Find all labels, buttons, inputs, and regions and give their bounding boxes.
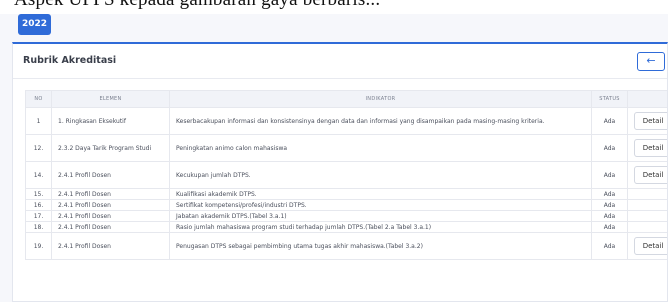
- row-status: Ada: [591, 210, 628, 222]
- rubrik-table: NO ELEMEN INDIKATOR STATUS 1 1. Ringkasa…: [25, 90, 667, 260]
- table-row: 17. 2.4.1 Profil Dosen Jabatan akademik …: [25, 210, 667, 222]
- row-elemen: 2.4.1 Profil Dosen: [51, 210, 170, 222]
- row-no: 14.: [25, 161, 52, 189]
- row-no: 1: [25, 107, 52, 135]
- table-row: 16. 2.4.1 Profil Dosen Sertifikat kompet…: [25, 199, 667, 211]
- table-row: 19. 2.4.1 Profil Dosen Penugasan DTPS se…: [25, 232, 667, 260]
- card-header: Rubrik Akreditasi ←: [13, 44, 667, 79]
- row-action-cell: [627, 188, 667, 200]
- row-status: Ada: [591, 161, 628, 189]
- year-tab[interactable]: 2022: [18, 14, 51, 35]
- row-action-cell: [627, 221, 667, 233]
- top-text-strip: Aspek UPPS kepada gambaran gaya berbaris…: [0, 0, 668, 14]
- row-action-cell: Detail: [627, 134, 667, 162]
- detail-button[interactable]: Detail: [634, 139, 667, 157]
- table-row: 18. 2.4.1 Profil Dosen Rasio jumlah maha…: [25, 221, 667, 233]
- row-status: Ada: [591, 107, 628, 135]
- row-action-cell: Detail: [627, 232, 667, 260]
- rubrik-card: Rubrik Akreditasi ← NO ELEMEN INDIKATOR …: [12, 42, 668, 302]
- row-no: 19.: [25, 232, 52, 260]
- row-action-cell: [627, 210, 667, 222]
- header-aksi: [627, 90, 667, 108]
- row-elemen: 2.4.1 Profil Dosen: [51, 199, 170, 211]
- row-indikator: Kualifikasi akademik DTPS.: [169, 188, 592, 200]
- row-indikator: Peningkatan animo calon mahasiswa: [169, 134, 592, 162]
- row-no: 18.: [25, 221, 52, 233]
- table-header-row: NO ELEMEN INDIKATOR STATUS: [25, 90, 667, 108]
- row-status: Ada: [591, 221, 628, 233]
- detail-button[interactable]: Detail: [634, 166, 667, 184]
- header-status: STATUS: [591, 90, 628, 108]
- row-elemen: 2.4.1 Profil Dosen: [51, 221, 170, 233]
- row-status: Ada: [591, 188, 628, 200]
- table-row: 12. 2.3.2 Daya Tarik Program Studi Penin…: [25, 134, 667, 162]
- table-row: 14. 2.4.1 Profil Dosen Kecukupan jumlah …: [25, 161, 667, 189]
- row-indikator: Penugasan DTPS sebagai pembimbing utama …: [169, 232, 592, 260]
- detail-button[interactable]: Detail: [634, 112, 667, 130]
- row-status: Ada: [591, 134, 628, 162]
- row-elemen: 1. Ringkasan Eksekutif: [51, 107, 170, 135]
- row-indikator: Rasio jumlah mahasiswa program studi ter…: [169, 221, 592, 233]
- header-no: NO: [25, 90, 52, 108]
- row-elemen: 2.3.2 Daya Tarik Program Studi: [51, 134, 170, 162]
- row-action-cell: Detail: [627, 107, 667, 135]
- row-no: 17.: [25, 210, 52, 222]
- row-indikator: Keserbacakupan informasi dan konsistensi…: [169, 107, 592, 135]
- row-action-cell: [627, 199, 667, 211]
- header-elemen: ELEMEN: [51, 90, 170, 108]
- table-row: 15. 2.4.1 Profil Dosen Kualifikasi akade…: [25, 188, 667, 200]
- row-action-cell: Detail: [627, 161, 667, 189]
- row-no: 15.: [25, 188, 52, 200]
- row-elemen: 2.4.1 Profil Dosen: [51, 188, 170, 200]
- detail-button[interactable]: Detail: [634, 237, 667, 255]
- row-status: Ada: [591, 199, 628, 211]
- back-button[interactable]: ←: [637, 52, 665, 71]
- row-indikator: Jabatan akademik DTPS.(Tabel 3.a.1): [169, 210, 592, 222]
- row-no: 12.: [25, 134, 52, 162]
- header-indikator: INDIKATOR: [169, 90, 592, 108]
- row-no: 16.: [25, 199, 52, 211]
- row-status: Ada: [591, 232, 628, 260]
- row-elemen: 2.4.1 Profil Dosen: [51, 161, 170, 189]
- row-elemen: 2.4.1 Profil Dosen: [51, 232, 170, 260]
- card-title: Rubrik Akreditasi: [23, 55, 117, 66]
- row-indikator: Kecukupan jumlah DTPS.: [169, 161, 592, 189]
- top-strip-text: Aspek UPPS kepada gambaran gaya berbaris…: [14, 0, 380, 11]
- row-indikator: Sertifikat kompetensi/profesi/industri D…: [169, 199, 592, 211]
- table-row: 1 1. Ringkasan Eksekutif Keserbacakupan …: [25, 107, 667, 135]
